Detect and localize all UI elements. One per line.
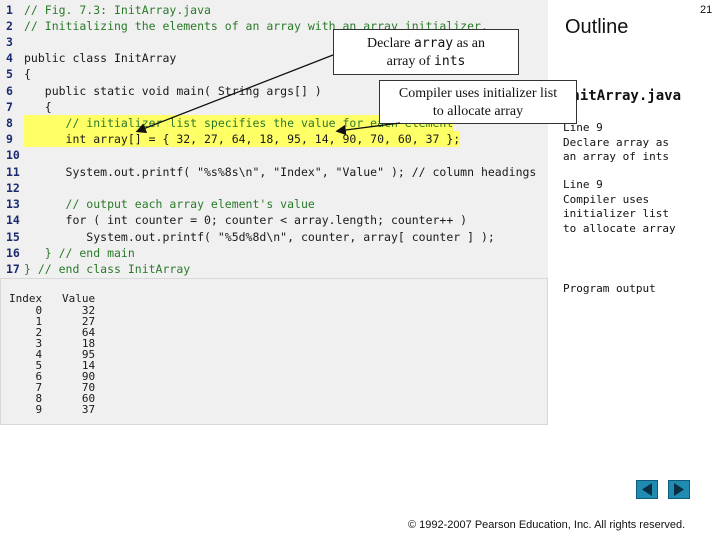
- side-note-line: Program output: [563, 282, 656, 295]
- outline-title: Outline: [565, 16, 629, 38]
- code-line: 17 } // end class InitArray: [0, 261, 548, 277]
- slide-number: 21: [700, 4, 713, 16]
- code-line: 11 System.out.printf( "%s%8s\n", "Index"…: [0, 164, 548, 180]
- line-number: 3: [6, 35, 13, 49]
- previous-slide-button[interactable]: [636, 480, 658, 499]
- line-number: 16: [6, 246, 20, 260]
- callout-text: to allocate array: [432, 104, 524, 119]
- callout-declare-array: Declare array as an array of ints: [333, 29, 519, 75]
- code-text: public static void main( String args[] ): [24, 84, 322, 98]
- line-number: 13: [6, 197, 20, 211]
- side-note-line: Line 9: [563, 121, 603, 134]
- callout-compiler-initializer: Compiler uses initializer list to alloca…: [379, 80, 577, 124]
- line-number: 6: [6, 84, 13, 98]
- output-header: Index Value: [9, 292, 96, 305]
- side-note-line: Line 9: [563, 178, 603, 191]
- code-line: 16 } // end main: [0, 245, 548, 261]
- code-text: {: [24, 67, 31, 81]
- line-number: 14: [6, 213, 20, 227]
- code-text: {: [24, 100, 52, 114]
- side-note-line: to allocate array: [563, 221, 676, 235]
- side-note-line: an array of ints: [563, 150, 669, 163]
- side-note-line: Declare array as: [563, 135, 669, 149]
- callout-text: as an: [453, 36, 486, 51]
- code-line: 14 for ( int counter = 0; counter < arra…: [0, 212, 548, 228]
- code-text: for ( int counter = 0; counter < array.l…: [24, 213, 468, 227]
- line-number: 9: [6, 132, 13, 146]
- triangle-left-icon: [642, 483, 652, 496]
- code-line: 10: [0, 147, 548, 163]
- line-number: 4: [6, 51, 13, 65]
- code-text: System.out.printf( "%s%8s\n", "Index", "…: [24, 165, 537, 179]
- code-text: } // end class InitArray: [24, 262, 191, 276]
- line-number: 11: [6, 165, 20, 179]
- copyright-notice: © 1992-2007 Pearson Education, Inc. All …: [408, 519, 686, 531]
- side-note-3: Program output: [563, 282, 656, 297]
- code-line: 13 // output each array element's value: [0, 196, 548, 212]
- line-number: 2: [6, 19, 13, 33]
- side-note-line: Compiler uses: [563, 192, 650, 206]
- callout-text: array of: [386, 54, 435, 69]
- code-text: int array[] = { 32, 27, 64, 18, 95, 14, …: [24, 131, 461, 147]
- triangle-right-icon: [674, 483, 684, 496]
- code-line: 1 // Fig. 7.3: InitArray.java: [0, 2, 548, 18]
- line-number: 10: [6, 148, 20, 162]
- next-slide-button[interactable]: [668, 480, 690, 499]
- line-number: 15: [6, 230, 20, 244]
- code-line: 9 int array[] = { 32, 27, 64, 18, 95, 14…: [0, 131, 548, 147]
- callout-text: Compiler uses initializer list: [398, 86, 558, 101]
- code-text: System.out.printf( "%5d%8d\n", counter, …: [24, 230, 495, 244]
- line-number: 1: [6, 3, 13, 17]
- code-text: // output each array element's value: [24, 197, 315, 211]
- side-note-1: Line 9 Declare array as an array of ints: [563, 121, 669, 165]
- side-note-line: initializer list: [563, 207, 669, 220]
- line-number: 17: [6, 262, 20, 276]
- callout-text: Declare: [366, 36, 414, 51]
- code-text: } // end main: [24, 246, 135, 260]
- code-text: public class InitArray: [24, 51, 177, 65]
- line-number: 7: [6, 100, 13, 114]
- code-text: // Fig. 7.3: InitArray.java: [24, 3, 211, 17]
- callout-code: ints: [434, 54, 466, 69]
- side-note-2: Line 9 Compiler uses initializer list to…: [563, 178, 676, 236]
- code-line: 15 System.out.printf( "%5d%8d\n", counte…: [0, 229, 548, 245]
- line-number: 5: [6, 67, 13, 81]
- output-row: 9 37: [9, 403, 96, 416]
- line-number: 8: [6, 116, 13, 130]
- line-number: 12: [6, 181, 20, 195]
- code-line: 12: [0, 180, 548, 196]
- callout-code: array: [414, 36, 454, 51]
- side-file-name: InitArray.java: [563, 88, 682, 104]
- program-output-panel: Index Value 0 32 1 27 2 64 3 18 4 95 5 1…: [0, 278, 548, 425]
